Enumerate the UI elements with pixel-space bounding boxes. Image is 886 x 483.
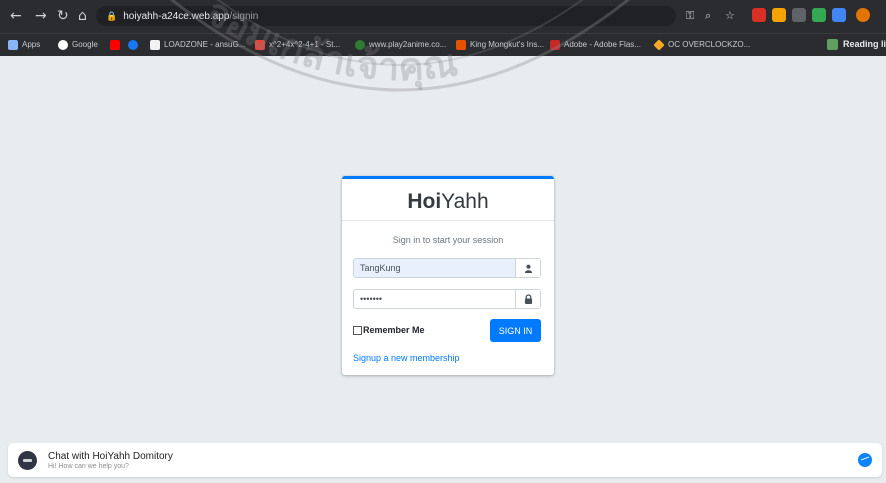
bookmark-label: LOADZONE - ansuG... bbox=[164, 40, 246, 49]
username-input[interactable] bbox=[354, 259, 515, 277]
chat-subtitle: Hi! How can we help you? bbox=[48, 463, 129, 470]
star-icon[interactable]: ☆ bbox=[725, 8, 735, 24]
extension-icon[interactable] bbox=[832, 8, 846, 22]
lock-icon: 🔒 bbox=[106, 11, 118, 21]
brand-light: Yahh bbox=[441, 190, 489, 213]
url-path: /signin bbox=[229, 11, 259, 22]
brand-bold: Hoi bbox=[407, 190, 442, 213]
extension-icon[interactable] bbox=[752, 8, 766, 22]
lock-icon bbox=[515, 290, 540, 308]
extension-icon[interactable] bbox=[772, 8, 786, 22]
login-message: Sign in to start your session bbox=[392, 235, 504, 245]
google-icon bbox=[58, 39, 68, 50]
bookmark-symbolab[interactable]: x^2+4x^2-4+1 - St... bbox=[255, 38, 340, 52]
extension-icon[interactable] bbox=[792, 8, 806, 22]
home-icon[interactable]: ⌂ bbox=[78, 8, 87, 24]
browser-toolbar: ← → ↻ ⌂ 🔒 hoiyahh-a24ce.web.app/signin ⚿ … bbox=[0, 0, 886, 33]
bookmark-adobe[interactable]: Adobe - Adobe Flas... bbox=[550, 38, 641, 52]
signup-link[interactable]: Signup a new membership bbox=[353, 353, 460, 363]
user-icon bbox=[515, 259, 540, 277]
chat-widget[interactable]: Chat with HoiYahh Domitory Hi! How can w… bbox=[8, 443, 882, 477]
extension-icon[interactable] bbox=[856, 8, 870, 22]
facebook-icon bbox=[128, 39, 138, 50]
bookmark-apps[interactable]: Apps bbox=[8, 38, 40, 52]
bookmark-label: OC OVERCLOCKZO... bbox=[668, 40, 751, 49]
back-icon[interactable]: ← bbox=[10, 8, 22, 24]
bookmark-kmitl[interactable]: King Mongkut's Ins... bbox=[456, 38, 544, 52]
bookmark-overclockzone[interactable]: OC OVERCLOCKZO... bbox=[653, 38, 751, 52]
bookmark-label: Google bbox=[72, 40, 98, 49]
checkbox-box[interactable] bbox=[353, 325, 362, 335]
bookmark-loadzone[interactable]: LOADZONE - ansuG... bbox=[150, 38, 245, 52]
bookmark-youtube[interactable] bbox=[110, 38, 124, 52]
password-group bbox=[353, 289, 541, 309]
bookmark-label: Apps bbox=[22, 40, 41, 49]
adobe-icon bbox=[550, 39, 560, 50]
sign-in-button[interactable]: SIGN IN bbox=[490, 319, 541, 342]
reading-list-label: Reading li bbox=[842, 39, 886, 49]
bookmark-play2anime[interactable]: www.play2anime.co... bbox=[355, 38, 446, 52]
reading-list[interactable]: Reading li bbox=[826, 37, 886, 51]
messenger-icon[interactable] bbox=[858, 453, 872, 467]
reload-icon[interactable]: ↻ bbox=[57, 8, 69, 24]
login-card: HoiYahh Sign in to start your session Re… bbox=[342, 176, 554, 375]
brand-logo[interactable]: HoiYahh bbox=[342, 179, 554, 221]
remember-label: Remember Me bbox=[363, 325, 425, 335]
zoom-icon[interactable]: ⌕ bbox=[705, 8, 711, 24]
address-bar[interactable]: 🔒 hoiyahh-a24ce.web.app/signin bbox=[96, 6, 676, 26]
bookmark-label: www.play2anime.co... bbox=[369, 40, 447, 49]
username-group bbox=[353, 258, 541, 278]
bookmark-icon bbox=[653, 39, 665, 51]
remember-me-checkbox[interactable]: Remember Me bbox=[353, 325, 425, 335]
kmitl-icon bbox=[456, 39, 466, 50]
bookmark-icon bbox=[355, 39, 365, 50]
bookmark-icon bbox=[150, 39, 160, 50]
password-input[interactable] bbox=[354, 290, 515, 308]
bookmark-label: x^2+4x^2-4+1 - St... bbox=[269, 40, 341, 49]
reading-list-icon bbox=[826, 39, 838, 51]
extension-icon[interactable] bbox=[812, 8, 826, 22]
bookmark-google[interactable]: Google bbox=[58, 38, 98, 52]
forward-icon[interactable]: → bbox=[35, 8, 47, 24]
bookmark-facebook[interactable] bbox=[128, 38, 142, 52]
youtube-icon bbox=[110, 39, 120, 50]
page-avatar bbox=[18, 451, 37, 470]
symbolab-icon bbox=[255, 39, 265, 50]
bookmark-label: King Mongkut's Ins... bbox=[470, 40, 545, 49]
url-host: hoiyahh-a24ce.web.app bbox=[123, 11, 230, 22]
bookmarks-bar: Apps Google LOADZONE - ansuG... x^2+4x^2… bbox=[0, 33, 886, 56]
chat-title: Chat with HoiYahh Domitory bbox=[48, 451, 173, 462]
bookmark-label: Adobe - Adobe Flas... bbox=[564, 40, 641, 49]
apps-icon bbox=[8, 39, 18, 50]
key-icon[interactable]: ⚿ bbox=[686, 8, 694, 24]
